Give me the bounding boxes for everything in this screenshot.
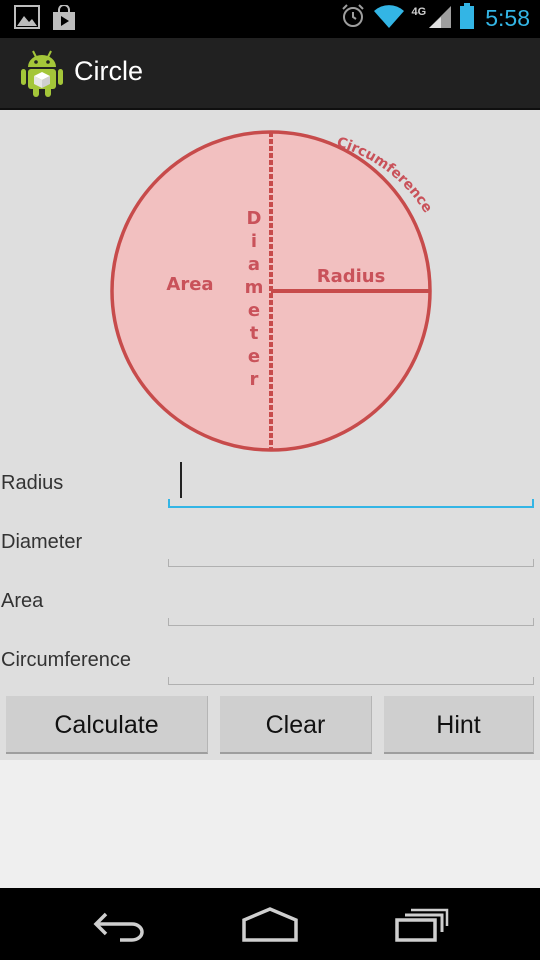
empty-area	[0, 760, 540, 888]
radius-input[interactable]	[168, 464, 534, 504]
diameter-letter: m	[245, 277, 264, 298]
circumference-input-underline	[168, 677, 534, 685]
wifi-icon	[373, 3, 405, 33]
radius-label-text: Radius	[1, 472, 64, 494]
clock-time: 5:58	[485, 4, 530, 31]
signal-icon	[427, 3, 453, 33]
diameter-input-underline	[168, 559, 534, 567]
network-type-label: 4G	[411, 6, 427, 18]
diameter-letter: t	[250, 323, 259, 344]
clear-button[interactable]: Clear	[220, 696, 372, 754]
main-content: Area Radius D i a m e t e r Circumferenc…	[0, 110, 540, 760]
area-input[interactable]	[168, 582, 534, 622]
circumference-row: Circumference	[0, 635, 540, 685]
gallery-icon	[14, 5, 40, 35]
area-label: Area	[166, 274, 213, 295]
radius-input-underline	[168, 499, 534, 508]
calculate-button[interactable]: Calculate	[6, 696, 208, 754]
battery-icon	[460, 3, 475, 33]
home-icon[interactable]	[242, 906, 298, 946]
radius-row: Radius	[0, 458, 540, 508]
status-bar: 4G 5:58	[0, 0, 540, 38]
diameter-letter: D	[247, 208, 262, 229]
shopping-bag-icon	[52, 4, 76, 35]
radius-label: Radius	[317, 266, 386, 287]
alarm-icon	[340, 3, 366, 33]
diameter-letter: i	[251, 231, 257, 252]
action-bar: Circle	[0, 38, 540, 110]
text-cursor	[180, 462, 182, 498]
circumference-input[interactable]	[168, 641, 534, 681]
hint-button[interactable]: Hint	[384, 696, 534, 754]
area-input-underline	[168, 618, 534, 626]
android-robot-icon[interactable]	[20, 48, 64, 98]
diameter-row: Diameter	[0, 517, 540, 567]
diameter-letter: e	[248, 346, 260, 367]
area-row: Area	[0, 576, 540, 626]
area-label-text: Area	[1, 590, 44, 612]
app-title: Circle	[74, 56, 144, 86]
circumference-label-text: Circumference	[1, 649, 132, 671]
circle-diagram: Area Radius D i a m e t e r Circumferenc…	[110, 130, 435, 452]
recent-apps-icon[interactable]	[394, 906, 450, 946]
diameter-letter: e	[248, 300, 260, 321]
navigation-bar	[0, 888, 540, 960]
back-icon[interactable]	[92, 906, 148, 946]
diameter-letter: r	[250, 369, 259, 390]
diameter-input[interactable]	[168, 523, 534, 563]
diameter-letter: a	[248, 254, 260, 275]
diameter-label-text: Diameter	[1, 531, 83, 553]
